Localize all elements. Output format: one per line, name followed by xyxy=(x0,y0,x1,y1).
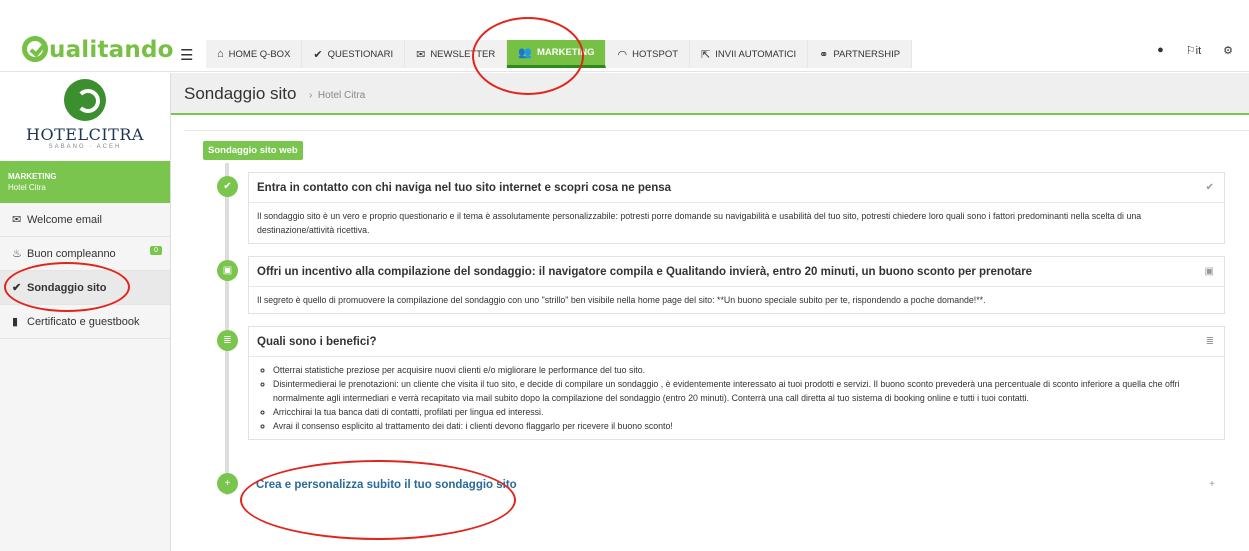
sidebar-item-label: Welcome email xyxy=(27,213,102,226)
timeline-card-incentive: Offri un incentivo alla compilazione del… xyxy=(248,256,1225,314)
timeline-card-benefits: Quali sono i benefici? ≣ Otterrai statist… xyxy=(248,326,1225,440)
page-title: Sondaggio sito xyxy=(184,84,297,103)
language-label: it xyxy=(1195,45,1202,57)
nav-questionari[interactable]: ✔ QUESTIONARI xyxy=(302,40,406,68)
database-icon: ≣ xyxy=(217,330,238,351)
book-icon: ▮ xyxy=(12,316,19,328)
breadcrumb-item[interactable]: Hotel Citra xyxy=(318,90,365,101)
nav-invii-automatici[interactable]: ⇱ INVII AUTOMATICI xyxy=(690,40,809,68)
plus-icon: + xyxy=(217,473,238,494)
sidebar-item-welcome-email[interactable]: ✉ Welcome email xyxy=(0,203,170,237)
share-icon: ⇱ xyxy=(701,48,711,61)
timeline-card-create[interactable]: Crea e personalizza subito il tuo sondag… xyxy=(248,470,1225,500)
cake-icon: ♨ xyxy=(12,248,22,260)
card-body: Il sondaggio sito è un vero e proprio qu… xyxy=(257,211,1142,235)
sidebar-section-header: MARKETING Hotel Citra xyxy=(0,161,170,203)
nav-hotspot[interactable]: ◠ HOTSPOT xyxy=(606,40,691,68)
card-title: Entra in contatto con chi naviga nel tuo… xyxy=(257,181,672,194)
timeline-line xyxy=(225,163,229,495)
sidebar-item-label: Sondaggio sito xyxy=(27,281,107,294)
count-badge: 0 xyxy=(150,246,162,255)
card-title[interactable]: Crea e personalizza subito il tuo sondag… xyxy=(256,479,517,491)
page-header: Sondaggio sito › Hotel Citra xyxy=(171,73,1249,115)
main-nav: ⌂ HOME Q-BOX ✔ QUESTIONARI ✉ NEWSLETTER 👥 MA… xyxy=(206,40,913,68)
sidebar-item-certificato[interactable]: ▮ Certificato e guestbook xyxy=(0,305,170,339)
nav-home-qbox[interactable]: ⌂ HOME Q-BOX xyxy=(206,40,303,68)
hotel-name: HOTELCITRA xyxy=(26,125,144,144)
check-icon: ✔ xyxy=(313,48,323,61)
top-bar: ualitando ☰ ⌂ HOME Q-BOX ✔ QUESTIONARI ✉ NE… xyxy=(0,0,1249,72)
home-icon: ⌂ xyxy=(217,48,224,60)
menu-icon[interactable]: ☰ xyxy=(180,46,193,64)
nav-label: MARKETING xyxy=(536,47,595,58)
check-icon: ✔ xyxy=(12,282,22,294)
users-icon: 👥 xyxy=(518,47,532,59)
nav-label: QUESTIONARI xyxy=(327,48,394,60)
nav-marketing[interactable]: 👥 MARKETING xyxy=(507,40,607,68)
handshake-icon: ⚭ xyxy=(819,48,829,61)
timeline-card-contact: Entra in contatto con chi naviga nel tuo… xyxy=(248,172,1225,244)
list-item: Arricchirai la tua banca dati di contatt… xyxy=(273,405,1216,419)
hotel-logo: HOTELCITRA SABANG · ACEH xyxy=(0,73,170,161)
sidebar-section-subtitle: Hotel Citra xyxy=(8,183,46,192)
check-icon: ✔ xyxy=(1205,182,1214,193)
plus-icon[interactable]: + xyxy=(1209,479,1215,490)
nav-right: ● ⚐it ⚙ xyxy=(1157,44,1233,57)
check-circle-icon: ✔ xyxy=(217,176,238,197)
card-body: Il segreto è quello di promuovere la com… xyxy=(257,295,986,305)
create-survey-link[interactable]: Crea e personalizza subito il tuo sondag… xyxy=(248,470,1225,500)
nav-label: PARTNERSHIP xyxy=(833,48,901,60)
list-item: Otterrai statistiche preziose per acquis… xyxy=(273,363,1216,377)
sidebar-item-label: Certificato e guestbook xyxy=(27,315,140,328)
flag-icon: ⚐ xyxy=(1185,45,1196,57)
sidebar: HOTELCITRA SABANG · ACEH MARKETING Hotel… xyxy=(0,73,171,551)
user-icon[interactable]: ● xyxy=(1157,44,1164,57)
gear-icon[interactable]: ⚙ xyxy=(1223,44,1233,57)
card-body: Otterrai statistiche preziose per acquis… xyxy=(249,357,1224,439)
logo-text: ualitando xyxy=(49,37,174,63)
card-title: Offri un incentivo alla compilazione del… xyxy=(257,265,1033,278)
image-icon: ▣ xyxy=(217,260,238,281)
benefits-list: Otterrai statistiche preziose per acquis… xyxy=(257,363,1216,433)
hotel-subtitle: SABANG · ACEH xyxy=(48,144,122,150)
image-icon: ▣ xyxy=(1204,266,1214,277)
qualitando-logo[interactable]: ualitando xyxy=(22,36,174,63)
card-title: Quali sono i benefici? xyxy=(257,335,377,348)
envelope-icon: ✉ xyxy=(416,48,426,61)
language-selector[interactable]: ⚐it xyxy=(1186,44,1201,57)
chevron-right-icon: › xyxy=(309,90,313,101)
q-logo-icon xyxy=(22,36,48,62)
hotel-emblem-icon xyxy=(64,79,106,121)
list-item: Disintermedierai le prenotazioni: un cli… xyxy=(273,377,1216,405)
sidebar-section-title: MARKETING xyxy=(8,172,57,181)
card-header: Entra in contatto con chi naviga nel tuo… xyxy=(249,173,1224,203)
nav-label: NEWSLETTER xyxy=(430,48,496,60)
sidebar-item-buon-compleanno[interactable]: ♨ Buon compleanno 0 xyxy=(0,237,170,271)
breadcrumb: › Hotel Citra xyxy=(309,90,365,101)
card-header: Quali sono i benefici? ≣ xyxy=(249,327,1224,357)
nav-partnership[interactable]: ⚭ PARTNERSHIP xyxy=(808,40,913,68)
envelope-icon: ✉ xyxy=(12,214,22,226)
nav-label: HOTSPOT xyxy=(632,48,679,60)
sidebar-item-sondaggio-sito[interactable]: ✔ Sondaggio sito xyxy=(0,271,170,305)
card-header: Offri un incentivo alla compilazione del… xyxy=(249,257,1224,287)
section-tag: Sondaggio sito web xyxy=(203,141,303,160)
wifi-icon: ◠ xyxy=(617,48,628,61)
nav-label: INVII AUTOMATICI xyxy=(715,48,797,60)
nav-label: HOME Q-BOX xyxy=(228,48,291,60)
app: ualitando ☰ ⌂ HOME Q-BOX ✔ QUESTIONARI ✉ NE… xyxy=(0,0,1249,551)
nav-newsletter[interactable]: ✉ NEWSLETTER xyxy=(405,40,508,68)
sidebar-item-label: Buon compleanno xyxy=(27,247,116,260)
list-item: Avrai il consenso esplicito al trattamen… xyxy=(273,419,1216,433)
database-icon: ≣ xyxy=(1205,336,1214,347)
